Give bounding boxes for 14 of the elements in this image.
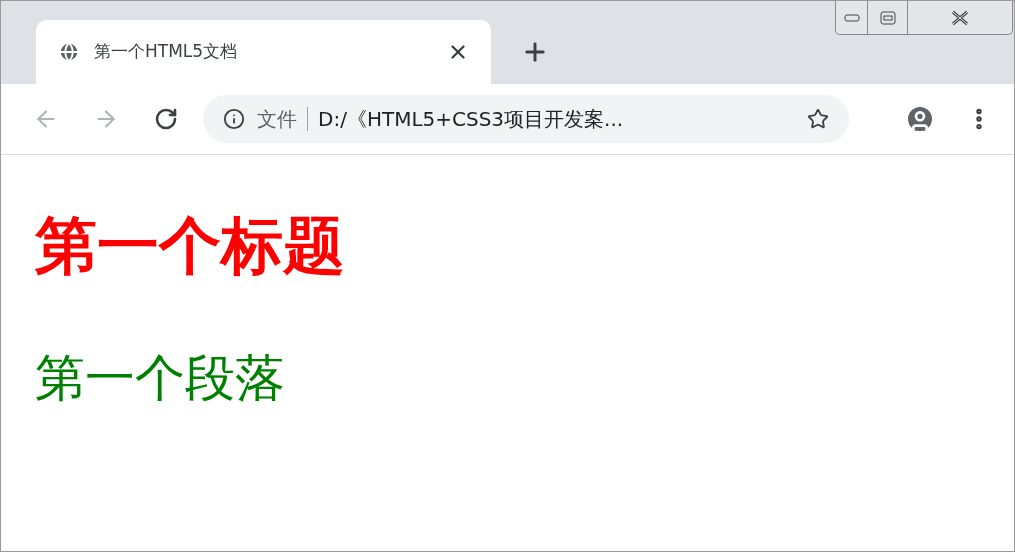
- maximize-icon: [879, 10, 896, 25]
- globe-icon: [58, 41, 80, 63]
- tab-title: 第一个HTML5文档: [94, 40, 239, 64]
- address-bar[interactable]: 文件 D:/《HTML5+CSS3项目开发案...: [203, 95, 849, 143]
- close-icon: [951, 9, 969, 26]
- info-icon: [223, 108, 245, 130]
- reload-icon: [154, 107, 178, 131]
- url-text: D:/《HTML5+CSS3项目开发案...: [318, 106, 625, 133]
- page-paragraph: 第一个段落: [35, 353, 286, 403]
- page-heading: 第一个标题: [35, 215, 346, 277]
- scheme-label: 文件: [257, 106, 297, 133]
- bookmark-star-icon[interactable]: [807, 108, 829, 130]
- browser-tab[interactable]: 第一个HTML5文档: [36, 20, 491, 84]
- minimize-icon: [843, 13, 860, 22]
